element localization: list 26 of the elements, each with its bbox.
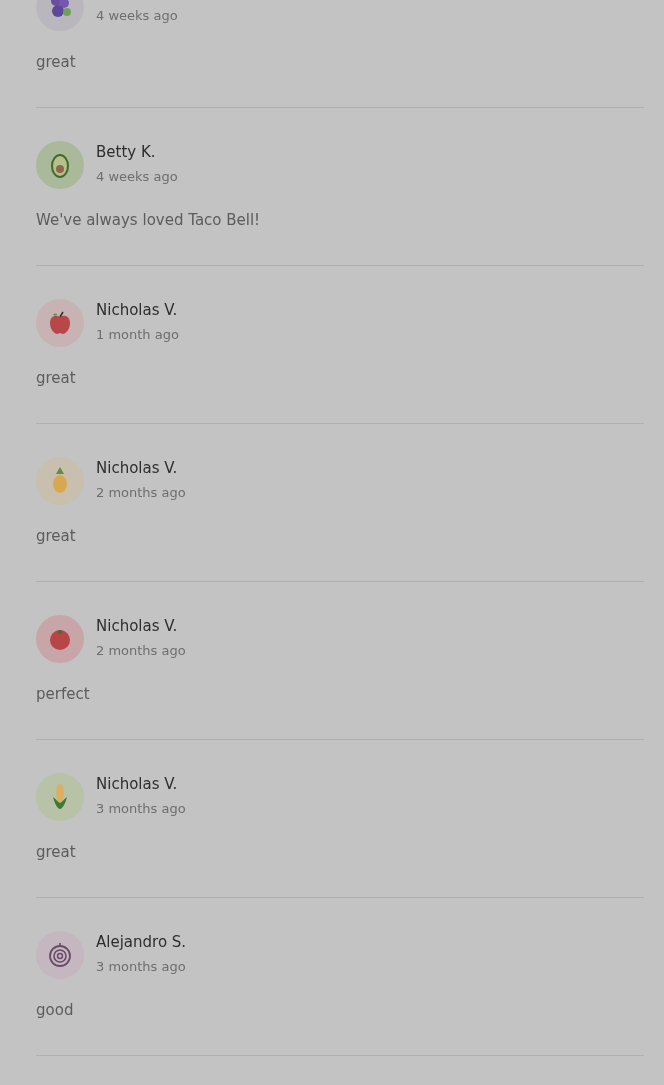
review-text: great [36,526,77,546]
reviewer-name: Nicholas V. [96,300,179,320]
review-text: great [36,842,77,862]
avocado-avatar-icon [36,141,84,189]
review-text: We've always loved Taco Bell! [36,210,262,230]
reviewer-name: Nicholas V. [96,458,179,478]
reviewer-name: Nicholas V. [96,774,179,794]
review-time: 2 months ago [96,642,186,660]
review-text: great [36,52,77,72]
review-text: great [36,368,77,388]
review-text: good [36,1000,75,1020]
review-time: 1 month ago [96,326,179,344]
onion-avatar-icon [36,931,84,979]
reviewer-name: Betty K. [96,142,157,162]
tomato-avatar-icon [36,615,84,663]
apple-avatar-icon [36,299,84,347]
review-time: 3 months ago [96,958,187,976]
review-time: 4 weeks ago [96,7,178,25]
review-text: perfect [36,684,91,704]
review-time: 4 weeks ago [96,168,178,186]
review-time: 3 months ago [96,800,186,818]
reviewer-name: Nicholas V. [96,616,179,636]
corn-avatar-icon [36,773,84,821]
pineapple-avatar-icon [36,457,84,505]
review-time: 2 months ago [96,484,186,502]
reviewer-name: Alejandro S. [96,932,187,952]
